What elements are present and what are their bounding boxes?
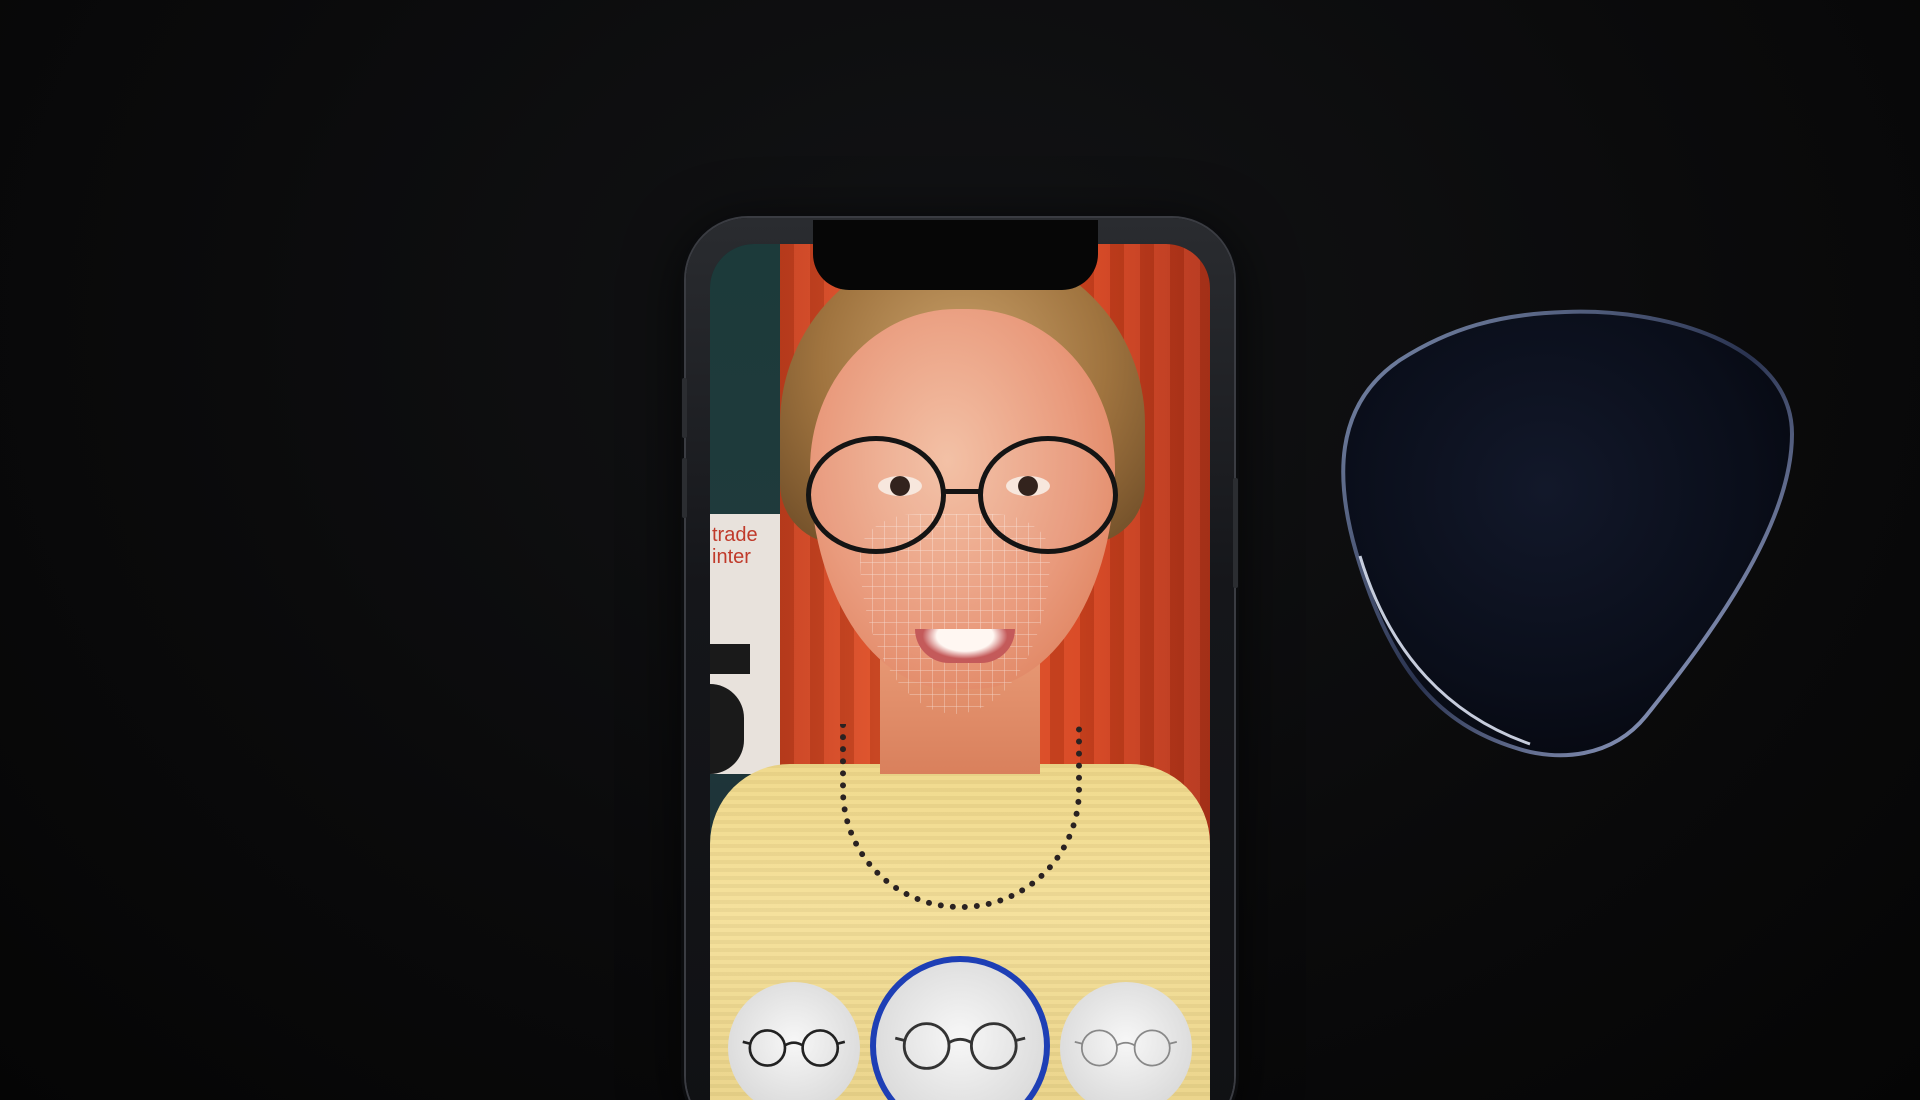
glasses-frame-icon: [742, 1029, 846, 1067]
phone-notch: [813, 220, 1098, 290]
volume-up-button: [682, 378, 687, 438]
glass-lens-blob: [1341, 309, 1795, 758]
poster-shape: [710, 644, 750, 674]
volume-down-button: [682, 458, 687, 518]
camera-preview-screen[interactable]: trade inter: [710, 244, 1210, 1100]
stage: trade inter: [0, 0, 1920, 1100]
side-power-button: [1233, 478, 1238, 588]
glasses-bridge: [944, 489, 982, 494]
phone-device: trade inter: [682, 218, 1238, 1100]
glasses-frame-icon: [1074, 1029, 1178, 1067]
glasses-left-lens: [806, 436, 946, 554]
glasses-frame-icon: [894, 1022, 1026, 1070]
poster-text: trade inter: [712, 524, 758, 568]
glasses-right-lens: [978, 436, 1118, 554]
